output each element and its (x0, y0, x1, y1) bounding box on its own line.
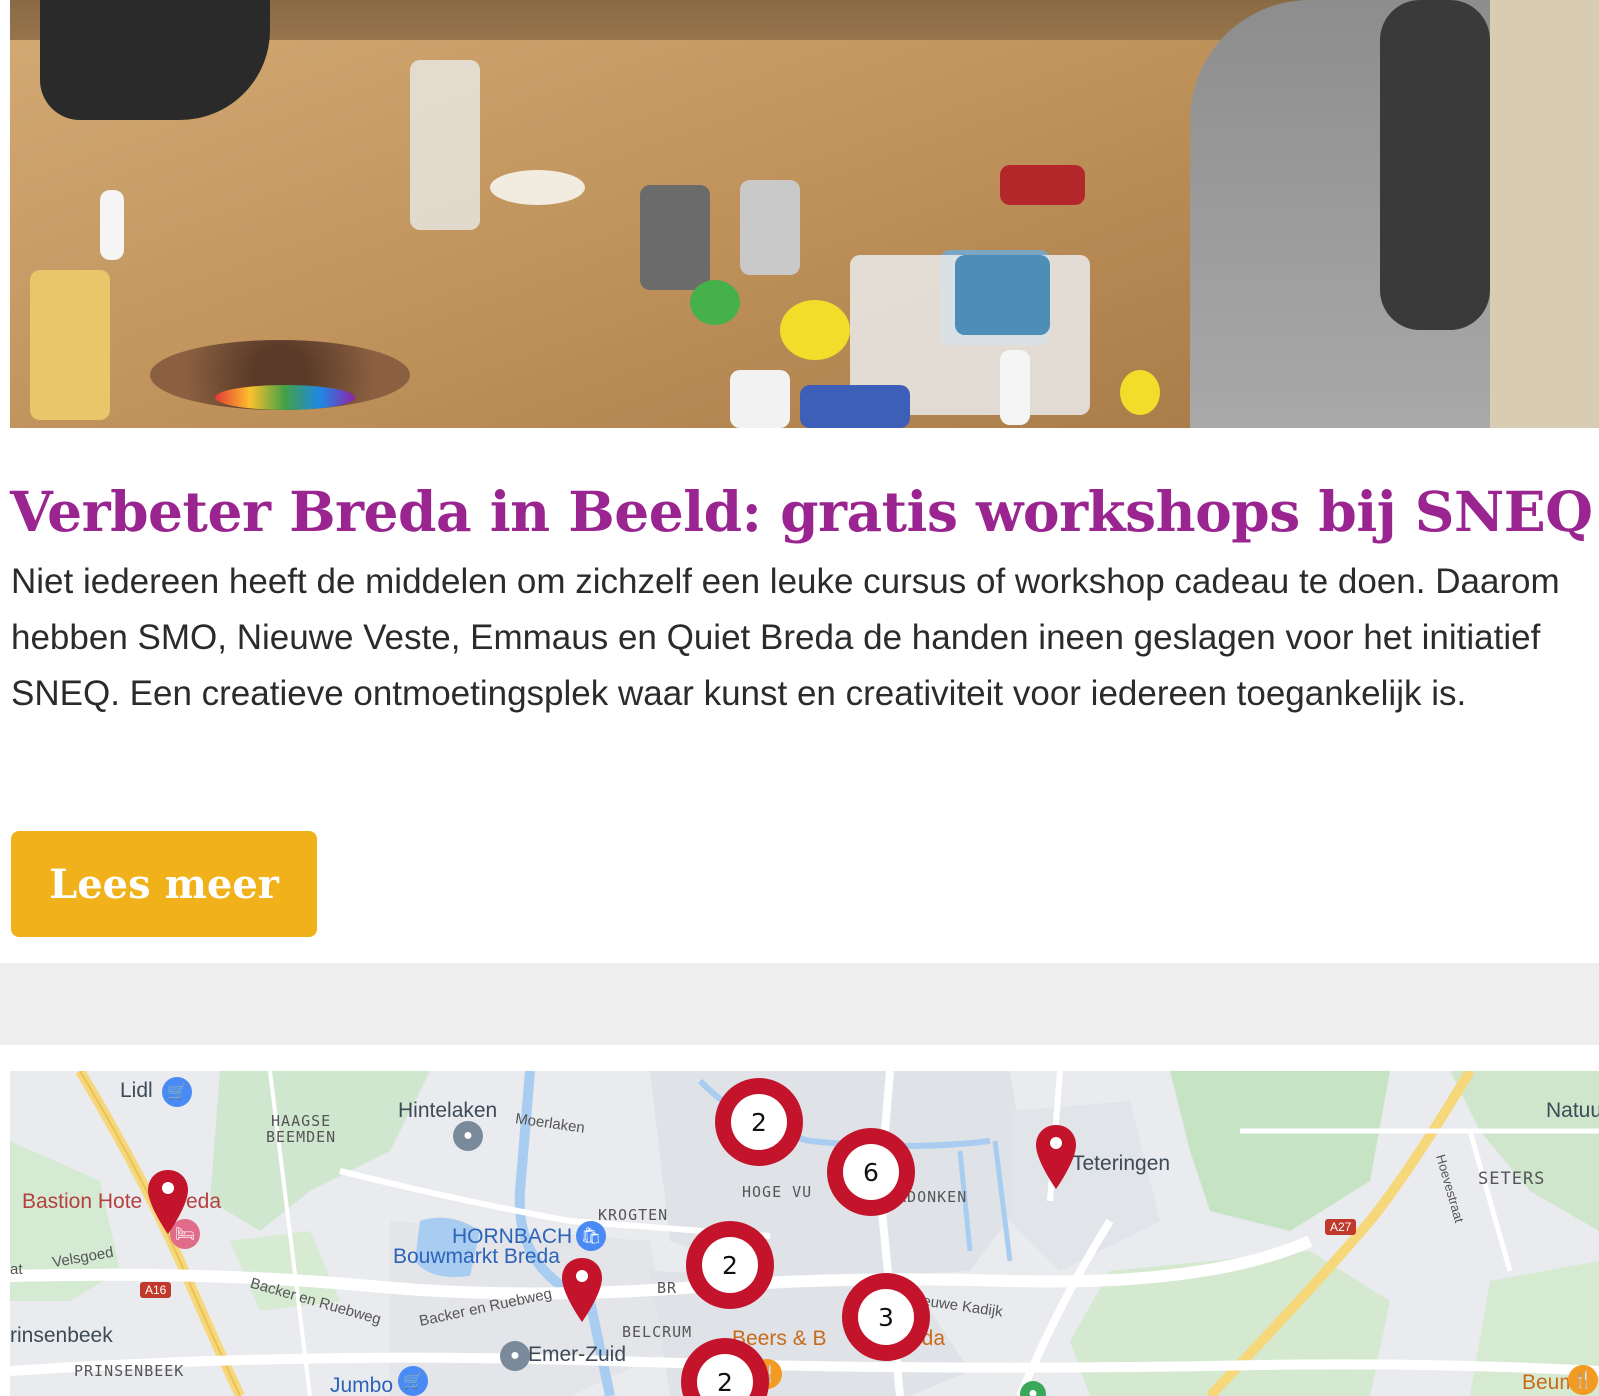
map-poi-bastion-hotel-2[interactable]: eda (186, 1190, 221, 1214)
photo-glue-bottle-2 (1000, 350, 1030, 425)
map-shield-a27: A27 (1325, 1219, 1357, 1235)
photo-yellow-block (1120, 370, 1160, 415)
photo-wall (1490, 0, 1599, 428)
map-area-belcrum: BELCRUM (622, 1323, 693, 1341)
map-area-krogten: KROGTEN (598, 1206, 669, 1224)
article-title[interactable]: Verbeter Breda in Beeld: gratis workshop… (10, 480, 1599, 544)
photo-red-case (1000, 165, 1085, 205)
map-poi-hornbach-2[interactable]: Bouwmarkt Breda (393, 1245, 560, 1269)
map-place-prinsenbeek: rinsenbeek (10, 1324, 113, 1347)
shopping-cart-icon[interactable]: 🛒 (398, 1366, 428, 1396)
photo-mug (730, 370, 790, 428)
map-location-pin[interactable] (560, 1256, 604, 1324)
map-place-emer-zuid: Emer-Zuid (528, 1343, 627, 1366)
section-divider (0, 963, 1599, 1045)
map-area-haagse-beemden: HAAGSE BEEMDEN (266, 1112, 337, 1146)
photo-pencil-cup (640, 185, 710, 290)
cluster-count: 3 (858, 1289, 914, 1345)
map-pin-gray-icon[interactable]: ● (453, 1121, 483, 1151)
photo-tin-can (740, 180, 800, 275)
map-location-pin[interactable] (1034, 1123, 1078, 1191)
map-area-hoge-vucht: HOGE VU (742, 1183, 813, 1201)
cluster-count: 2 (702, 1237, 758, 1293)
map-area-seters: SETERS (1478, 1169, 1546, 1189)
map-poi-lidl[interactable]: Lidl (120, 1079, 153, 1103)
photo-person-right (1190, 0, 1490, 428)
photo-yellow-sponge (780, 300, 850, 360)
map-cluster-marker[interactable]: 2 (715, 1078, 803, 1166)
cluster-count: 2 (697, 1354, 753, 1396)
map-poi-bastion-hotel[interactable]: Bastion Hote (22, 1190, 142, 1214)
map-shield-a16: A16 (140, 1282, 172, 1298)
photo-plate (490, 170, 585, 205)
map-location-pin[interactable] (146, 1168, 190, 1236)
photo-green-sponge (690, 280, 740, 325)
photo-jar (30, 270, 110, 420)
photo-carafe (410, 60, 480, 230)
map-cluster-marker[interactable]: 3 (842, 1273, 930, 1361)
restaurant-icon[interactable]: 🍴 (1568, 1365, 1598, 1395)
photo-blue-tray (800, 385, 910, 428)
cluster-count: 6 (843, 1144, 899, 1200)
article-body: Niet iedereen heeft de middelen om zichz… (11, 562, 1560, 713)
map-place-teteringen: Teteringen (1072, 1152, 1171, 1175)
photo-bead-string (215, 385, 355, 410)
map-pin-gray-icon[interactable]: ● (500, 1341, 530, 1371)
map-poi-jumbo[interactable]: Jumbo (330, 1374, 393, 1396)
map-cluster-marker[interactable]: 6 (827, 1128, 915, 1216)
photo-glue-bottle (100, 190, 124, 260)
photo-can-mosaic (955, 255, 1050, 335)
map-place-at: at (10, 1261, 23, 1278)
cluster-count: 2 (731, 1094, 787, 1150)
map-area-prinsenbeek: PRINSENBEEK (74, 1362, 185, 1380)
map-widget[interactable]: HAAGSE BEEMDEN KROGTEN HOGE VU ERDONKEN … (10, 1071, 1599, 1396)
map-cluster-marker[interactable]: 2 (686, 1221, 774, 1309)
map-place-natuur: Natuu (1546, 1099, 1599, 1122)
read-more-button[interactable]: Lees meer (11, 831, 317, 937)
map-place-hintelaken: Hintelaken (398, 1099, 498, 1122)
shopping-cart-icon[interactable]: 🛒 (162, 1077, 192, 1107)
shopping-bag-icon[interactable]: 🛍 (576, 1221, 606, 1251)
workshop-photo (10, 0, 1599, 428)
map-area-breda-noord: BR (657, 1279, 678, 1297)
